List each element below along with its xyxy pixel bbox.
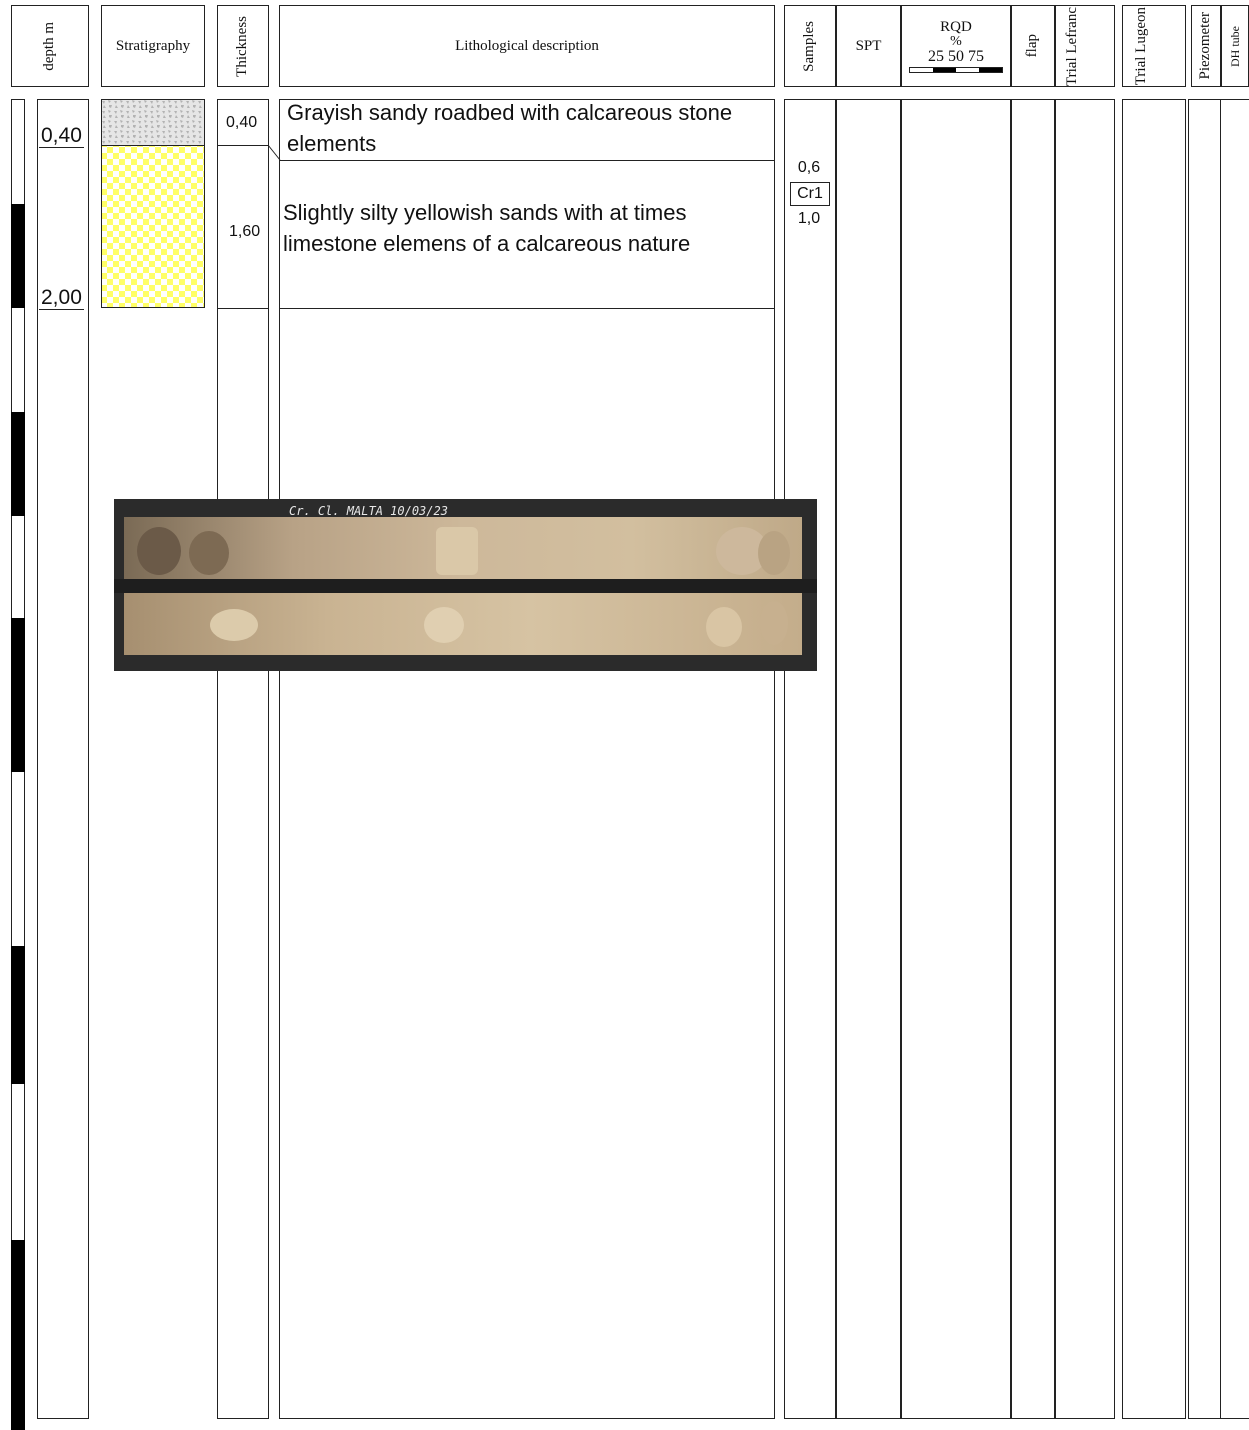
- depth-scale-tick: [11, 204, 25, 308]
- rqd-scale-bar: [909, 66, 1003, 73]
- core-box-image: Cr. Cl. MALTA 10/03/23: [114, 499, 817, 671]
- header-lithology-label: Lithological description: [455, 37, 599, 54]
- header-rqd: RQD % 25 50 75: [901, 5, 1011, 87]
- header-lithology: Lithological description: [279, 5, 775, 87]
- header-rqd-title: RQD: [940, 18, 972, 35]
- header-trial-lugeon: Trial Lugeon: [1122, 5, 1186, 87]
- stratigraphy-column: [101, 99, 205, 308]
- depth-scale-tick: [11, 618, 25, 772]
- depth-scale-column: [11, 99, 25, 1430]
- sample-id-box: Cr1: [790, 182, 830, 206]
- samples-column: [784, 99, 836, 1419]
- description-divider: [279, 160, 775, 161]
- thickness-divider: [217, 308, 269, 309]
- description-layer-2: Slightly silty yellowish sands with at t…: [283, 200, 691, 256]
- core-box-label: Cr. Cl. MALTA 10/03/23: [289, 504, 448, 518]
- trial-lugeon-column: [1122, 99, 1186, 1419]
- header-flap: flap: [1011, 5, 1055, 87]
- header-spt-label: SPT: [855, 37, 882, 54]
- depth-scale-tick: [11, 946, 25, 1084]
- depth-marker-2: 2,00: [39, 286, 84, 311]
- trial-lefranc-column: [1055, 99, 1115, 1419]
- thickness-column: [217, 99, 269, 1419]
- depth-scale-tick: [11, 1240, 25, 1430]
- header-piezometer: Piezometer: [1191, 5, 1221, 87]
- thickness-value-2: 1,60: [229, 223, 261, 240]
- header-stratigraphy: Stratigraphy: [101, 5, 205, 87]
- header-dh-tube: DH tube: [1221, 5, 1249, 87]
- piezometer-column: [1188, 99, 1221, 1419]
- header-samples: Samples: [784, 5, 836, 87]
- sample-bottom-depth: 1,0: [797, 210, 821, 227]
- flap-column: [1011, 99, 1055, 1419]
- lithology-column: [279, 99, 775, 1419]
- header-piezometer-label: Piezometer: [1197, 12, 1214, 80]
- header-trial-lefranc: Trial Lefranc: [1055, 5, 1115, 87]
- header-dh-tube-label: DH tube: [1227, 25, 1242, 67]
- thickness-divider: [217, 145, 269, 146]
- depth-scale-tick: [11, 412, 25, 516]
- header-rqd-scale: 25 50 75: [928, 47, 984, 65]
- core-box-photo: Cr. Cl. MALTA 10/03/23: [114, 499, 817, 671]
- description-layer-1: Grayish sandy roadbed with calcareous st…: [287, 100, 733, 156]
- rqd-column: [901, 99, 1011, 1419]
- spt-column: [836, 99, 901, 1419]
- header-thickness-label: Thickness: [234, 15, 251, 77]
- header-thickness: Thickness: [217, 5, 269, 87]
- description-divider: [279, 308, 775, 309]
- dh-tube-column: [1220, 99, 1249, 1419]
- header-rqd-unit: %: [950, 33, 962, 49]
- depth-marker-1: 0,40: [39, 124, 84, 149]
- header-spt: SPT: [836, 5, 901, 87]
- thickness-value-1: 0,40: [226, 114, 258, 131]
- stratigraphy-layer-sand: [101, 145, 205, 308]
- header-flap-label: flap: [1024, 34, 1041, 58]
- header-depth-label: depth m: [41, 21, 58, 71]
- header-stratigraphy-label: Stratigraphy: [115, 37, 191, 54]
- header-depth: depth m: [11, 5, 89, 87]
- stratigraphy-layer-roadbed: [101, 99, 205, 146]
- header-trial-lugeon-label: Trial Lugeon: [1133, 6, 1149, 86]
- header-trial-lefranc-label: Trial Lefranc: [1064, 6, 1080, 86]
- header-samples-label: Samples: [801, 20, 818, 72]
- sample-top-depth: 0,6: [797, 159, 821, 176]
